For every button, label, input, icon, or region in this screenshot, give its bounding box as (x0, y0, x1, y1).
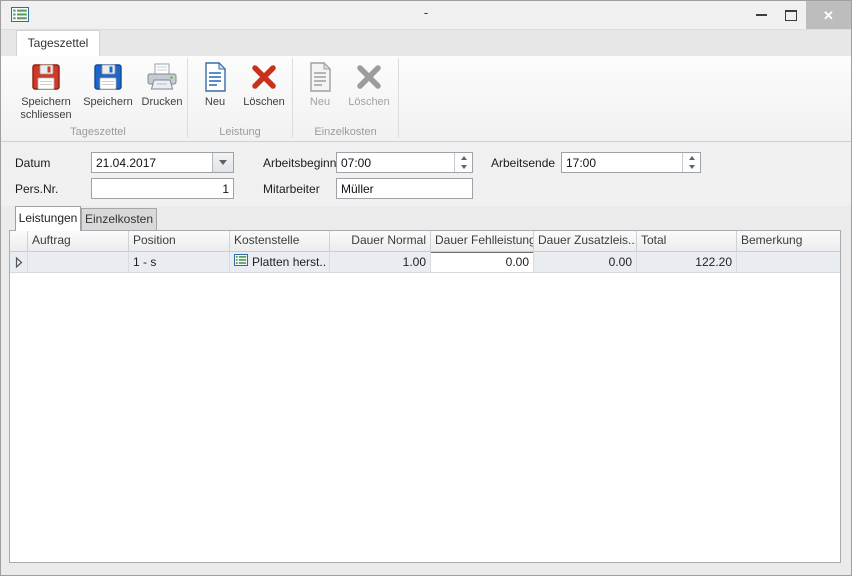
form-area: Datum Pers.Nr. Arbeitsbeginn Mitarbeiter… (1, 142, 851, 206)
leistung-loeschen-button[interactable]: Löschen (238, 61, 290, 109)
chevron-down-icon (219, 160, 227, 165)
cell-kostenstelle-text: Platten herst... (252, 253, 325, 272)
cell-dauer-normal[interactable]: 1.00 (330, 252, 431, 272)
ribbon-group-label: Tageszettel (9, 126, 187, 138)
tab-leistungen[interactable]: Leistungen (15, 206, 81, 231)
minimize-button[interactable] (746, 1, 776, 29)
datum-dropdown-button[interactable] (212, 153, 233, 172)
column-header-total[interactable]: Total (637, 231, 737, 251)
titlebar: - ✕ (1, 1, 851, 29)
new-document-icon-disabled (304, 61, 336, 93)
speichern-schliessen-button[interactable]: Speichern schliessen (13, 61, 79, 122)
spin-down-button[interactable] (683, 163, 700, 173)
ribbon-separator (398, 58, 399, 138)
window-controls: ✕ (746, 1, 851, 29)
spin-up-button[interactable] (455, 153, 472, 163)
column-header-position[interactable]: Position (129, 231, 230, 251)
pers-nr-fieldbox (91, 178, 234, 199)
arbeitsende-input[interactable] (562, 153, 682, 172)
button-label: Speichern (83, 96, 133, 109)
tab-einzelkosten[interactable]: Einzelkosten (81, 208, 157, 231)
cell-position[interactable]: 1 - s (129, 252, 230, 272)
button-label: Drucken (142, 96, 183, 109)
save-close-floppy-red-icon (30, 61, 62, 93)
button-label: Speichern schliessen (13, 96, 79, 122)
arbeitsende-spinner (682, 153, 700, 172)
ribbon-group-einzelkosten: Neu Löschen Einzelkosten (293, 56, 398, 142)
close-button[interactable]: ✕ (806, 1, 851, 29)
row-selector-cell[interactable] (10, 252, 28, 272)
minimize-icon (756, 14, 767, 16)
app-window: - ✕ Tageszettel (0, 0, 852, 576)
ribbon-group-label: Einzelkosten (293, 126, 398, 138)
arbeitsbeginn-spinner (454, 153, 472, 172)
pers-nr-label: Pers.Nr. (15, 182, 58, 196)
arrow-down-icon (689, 165, 695, 169)
mitarbeiter-label: Mitarbeiter (263, 182, 320, 196)
datum-label: Datum (15, 156, 50, 170)
maximize-button[interactable] (776, 1, 806, 29)
cell-dauer-zusatzleistung[interactable]: 0.00 (534, 252, 637, 272)
cell-total[interactable]: 122.20 (637, 252, 737, 272)
pers-nr-input[interactable] (92, 179, 233, 198)
drucken-button[interactable]: Drucken (137, 61, 187, 122)
window-title: - (424, 5, 428, 20)
mitarbeiter-input[interactable] (337, 179, 472, 198)
ribbon-tabstrip: Tageszettel (1, 29, 851, 57)
close-icon: ✕ (823, 9, 834, 22)
arbeitsende-label: Arbeitsende (491, 156, 555, 170)
arrow-up-icon (689, 156, 695, 160)
cell-auftrag[interactable] (28, 252, 129, 272)
maximize-icon (785, 10, 797, 21)
button-label: Löschen (348, 96, 390, 109)
column-header-kostenstelle[interactable]: Kostenstelle (230, 231, 330, 251)
column-header-dauer-normal[interactable]: Dauer Normal (330, 231, 431, 251)
button-label: Neu (310, 96, 330, 109)
column-header-dauer-zusatzleistung[interactable]: Dauer Zusatzleis... (534, 231, 637, 251)
delete-x-icon (248, 61, 280, 93)
row-selector-header (10, 231, 28, 251)
table-row[interactable]: 1 - s Platten herst... 1.00 0.00 0.00 12… (10, 252, 840, 273)
speichern-button[interactable]: Speichern (79, 61, 137, 122)
column-header-auftrag[interactable]: Auftrag (28, 231, 129, 251)
ribbon-tab-tageszettel[interactable]: Tageszettel (16, 30, 100, 57)
einzelkosten-loeschen-button: Löschen (343, 61, 395, 109)
ribbon: Speichern schliessen Speichern (1, 56, 851, 142)
new-document-icon (199, 61, 231, 93)
arrow-down-icon (461, 165, 467, 169)
einzelkosten-neu-button: Neu (297, 61, 343, 109)
row-current-arrow-icon (15, 257, 23, 268)
ribbon-group-label: Leistung (188, 126, 292, 138)
datum-combobox (91, 152, 234, 173)
arrow-up-icon (461, 156, 467, 160)
leistungen-grid: Auftrag Position Kostenstelle Dauer Norm… (9, 230, 841, 563)
button-label: Neu (205, 96, 225, 109)
ribbon-group-tageszettel: Speichern schliessen Speichern (9, 56, 187, 142)
ribbon-group-leistung: Neu Löschen Leistung (188, 56, 292, 142)
datum-input[interactable] (92, 153, 212, 172)
table-grid-icon (234, 253, 248, 272)
app-table-grid-icon (11, 7, 29, 22)
column-header-dauer-fehlleistung[interactable]: Dauer Fehlleistung (431, 231, 534, 251)
delete-x-icon-disabled (353, 61, 385, 93)
save-floppy-blue-icon (92, 61, 124, 93)
arbeitsende-spinbox (561, 152, 701, 173)
cell-dauer-fehlleistung[interactable]: 0.00 (431, 252, 534, 272)
mitarbeiter-fieldbox (336, 178, 473, 199)
leistung-neu-button[interactable]: Neu (192, 61, 238, 109)
arbeitsbeginn-label: Arbeitsbeginn (263, 156, 336, 170)
cell-bemerkung[interactable] (737, 252, 840, 272)
grid-header-row: Auftrag Position Kostenstelle Dauer Norm… (10, 231, 840, 252)
printer-icon (146, 61, 178, 93)
button-label: Löschen (243, 96, 285, 109)
column-header-bemerkung[interactable]: Bemerkung (737, 231, 840, 251)
arbeitsbeginn-input[interactable] (337, 153, 454, 172)
spin-up-button[interactable] (683, 153, 700, 163)
arbeitsbeginn-spinbox (336, 152, 473, 173)
cell-kostenstelle[interactable]: Platten herst... (230, 252, 330, 272)
spin-down-button[interactable] (455, 163, 472, 173)
